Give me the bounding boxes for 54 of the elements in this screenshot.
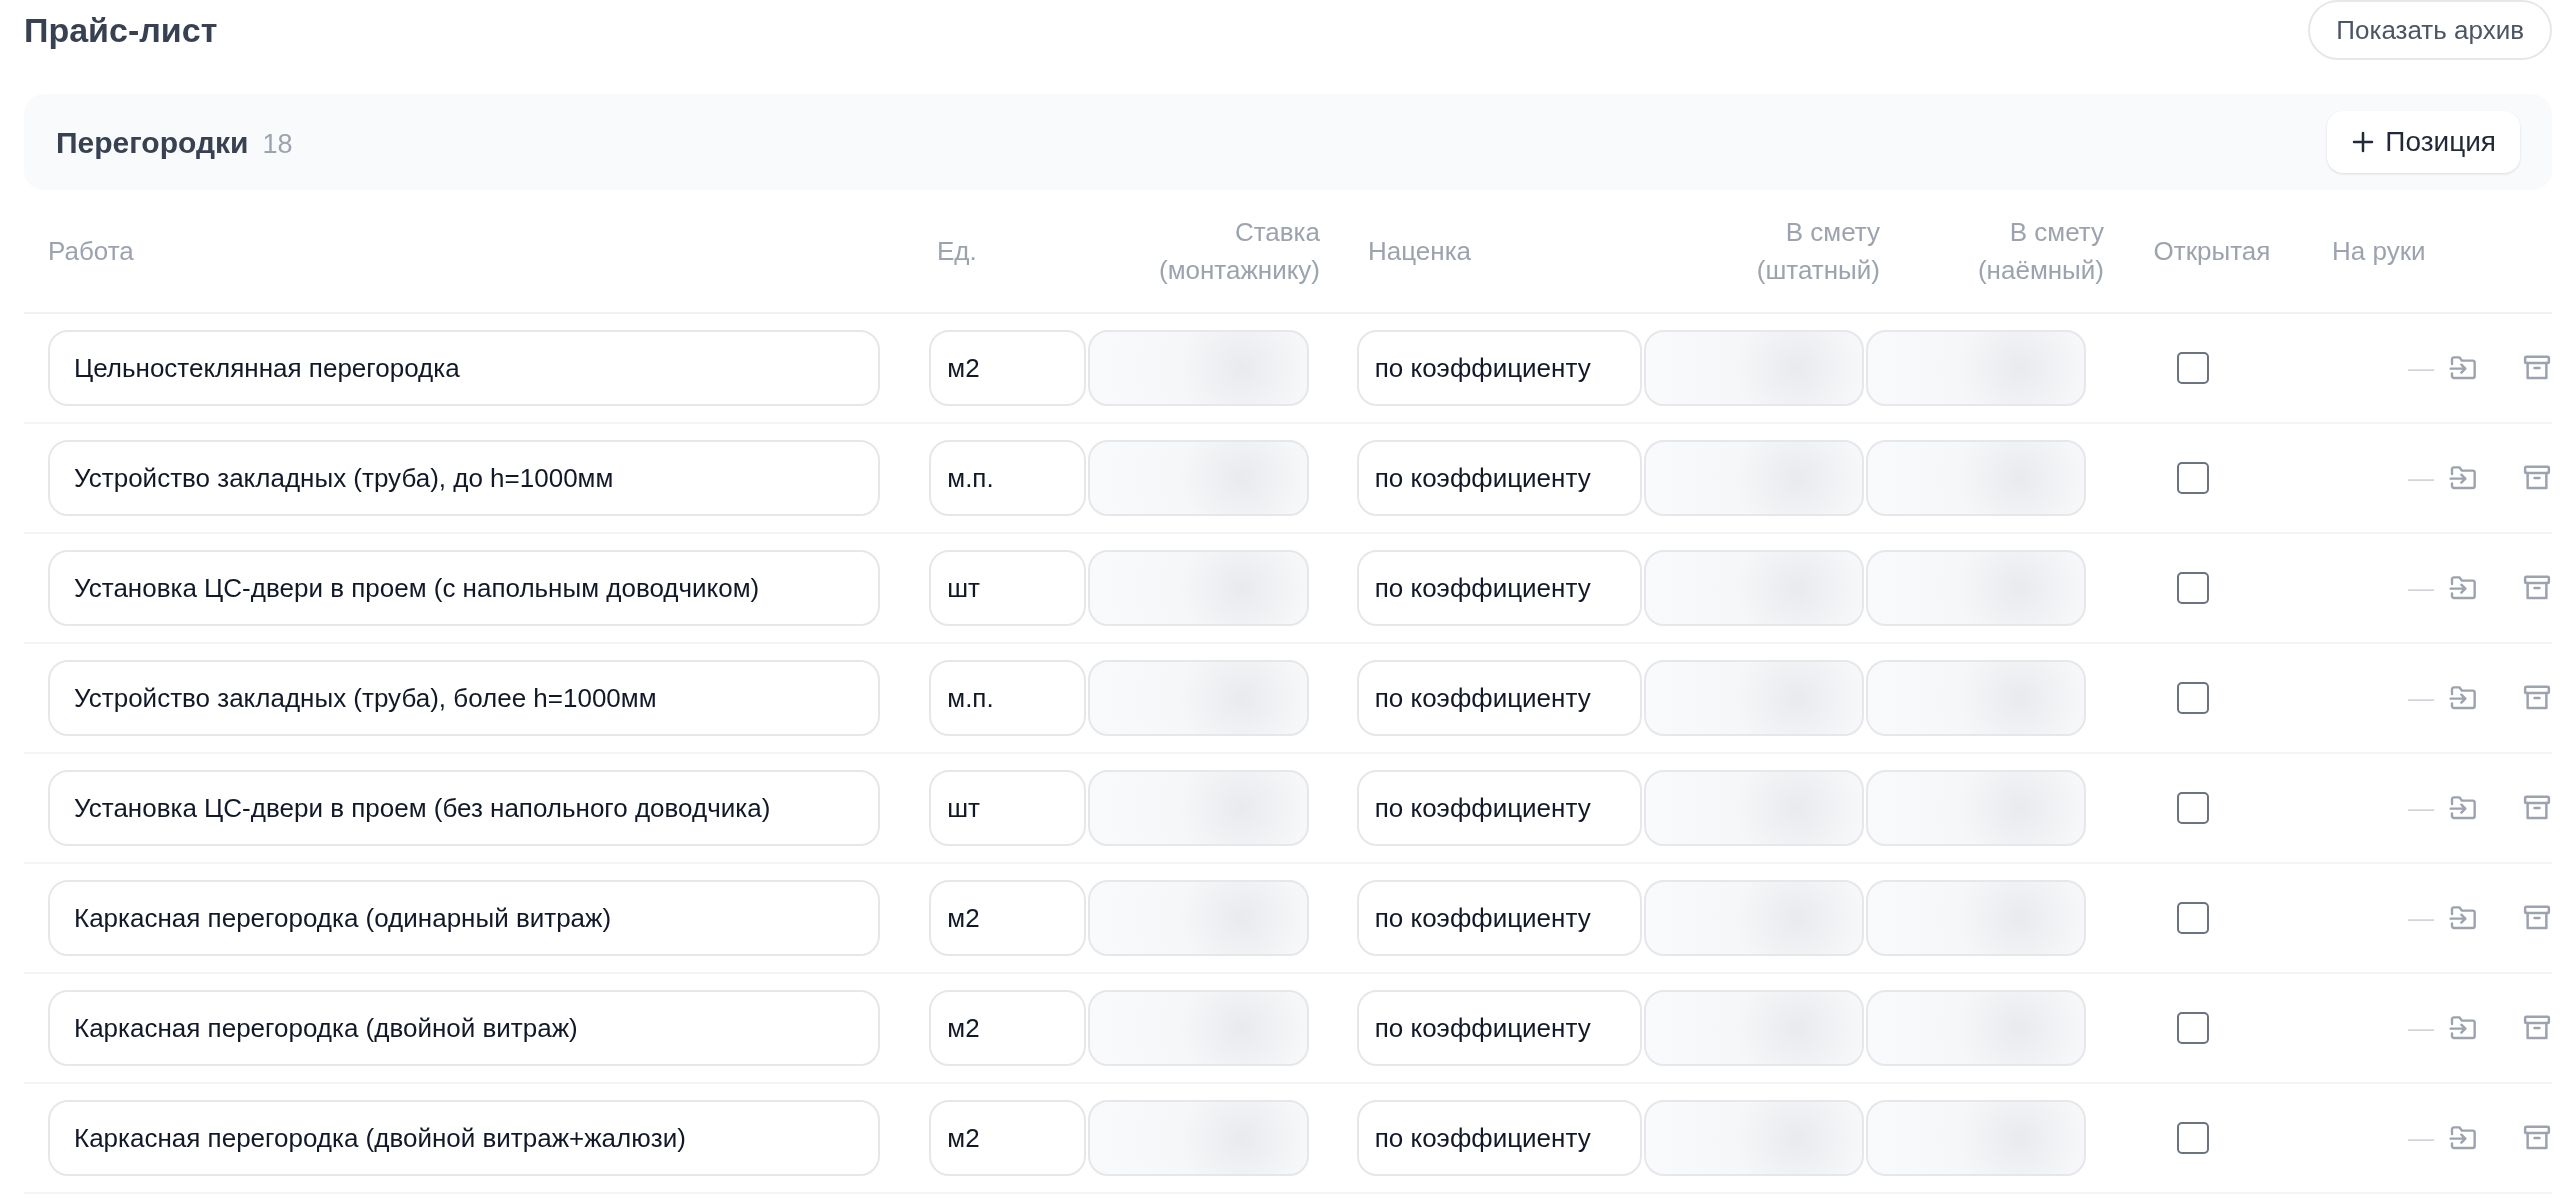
open-checkbox[interactable]: [2177, 352, 2209, 384]
unit-input-field[interactable]: м2: [929, 880, 1086, 956]
column-header: В смету (наёмный): [1976, 216, 2104, 287]
work-input-field[interactable]: Цельностеклянная перегородка: [48, 330, 881, 406]
unit-input-field[interactable]: м.п.: [929, 660, 1086, 736]
markup-select[interactable]: по коэффициенту: [1356, 770, 1643, 846]
unit-input-field[interactable]: м2: [929, 1100, 1086, 1176]
hands-value: —: [2408, 351, 2434, 385]
hands-value: —: [2408, 461, 2434, 495]
hands-value: —: [2408, 571, 2434, 605]
column-header: Ед.: [937, 235, 977, 268]
column-header: Наценка: [1368, 235, 1472, 268]
open-checkbox[interactable]: [2177, 462, 2209, 494]
markup-select[interactable]: по коэффициенту: [1356, 1100, 1643, 1176]
markup-select[interactable]: по коэффициенту: [1356, 550, 1643, 626]
work-input-field[interactable]: Установка ЦС-двери в проем (с напольным доводчиком): [48, 550, 881, 626]
page-title: Прайс-лист: [24, 9, 218, 51]
unit-input-field[interactable]: м2: [929, 990, 1086, 1066]
unit-input-field[interactable]: шт: [929, 770, 1086, 846]
open-checkbox[interactable]: [2177, 792, 2209, 824]
open-checkbox[interactable]: [2177, 682, 2209, 714]
work-input-field[interactable]: Каркасная перегородка (двойной витраж): [48, 990, 881, 1066]
work-input-field[interactable]: Установка ЦС-двери в проем (без напольного доводчика): [48, 770, 881, 846]
open-checkbox[interactable]: [2177, 1122, 2209, 1154]
open-checkbox[interactable]: [2177, 902, 2209, 934]
column-header: В смету (штатный): [1755, 216, 1880, 287]
column-header: Открытая: [2153, 235, 2271, 268]
unit-input-field[interactable]: шт: [929, 550, 1086, 626]
work-input-field[interactable]: Устройство закладных (труба), более h=1000мм: [48, 660, 881, 736]
markup-select[interactable]: по коэффициенту: [1356, 330, 1643, 406]
column-header: Ставка (монтажнику): [1157, 216, 1320, 287]
hands-value: —: [2408, 901, 2434, 935]
work-input-field[interactable]: Устройство закладных (труба), до h=1000мм: [48, 440, 881, 516]
open-checkbox[interactable]: [2177, 572, 2209, 604]
hands-value: —: [2408, 681, 2434, 715]
markup-select[interactable]: по коэффициенту: [1356, 440, 1643, 516]
markup-select[interactable]: по коэффициенту: [1356, 990, 1643, 1066]
unit-input-field[interactable]: м.п.: [929, 440, 1086, 516]
unit-input-field[interactable]: м2: [929, 330, 1086, 406]
hands-value: —: [2408, 1121, 2434, 1155]
column-header: На руки: [2332, 235, 2426, 268]
markup-select[interactable]: по коэффициенту: [1356, 660, 1643, 736]
markup-select[interactable]: по коэффициенту: [1356, 880, 1643, 956]
open-checkbox[interactable]: [2177, 1012, 2209, 1044]
work-input-field[interactable]: Каркасная перегородка (двойной витраж+жалюзи): [48, 1100, 881, 1176]
hands-value: —: [2408, 791, 2434, 825]
hands-value: —: [2408, 1011, 2434, 1045]
plus-icon: [2351, 130, 2376, 154]
section-title: Перегородки: [56, 124, 249, 161]
work-input-field[interactable]: Каркасная перегородка (одинарный витраж): [48, 880, 881, 956]
column-header: Работа: [48, 235, 134, 268]
add-position-button[interactable]: Позиция: [2327, 111, 2520, 173]
section-count: 18: [262, 127, 293, 161]
show-archive-button[interactable]: Показать архив: [2308, 0, 2552, 60]
